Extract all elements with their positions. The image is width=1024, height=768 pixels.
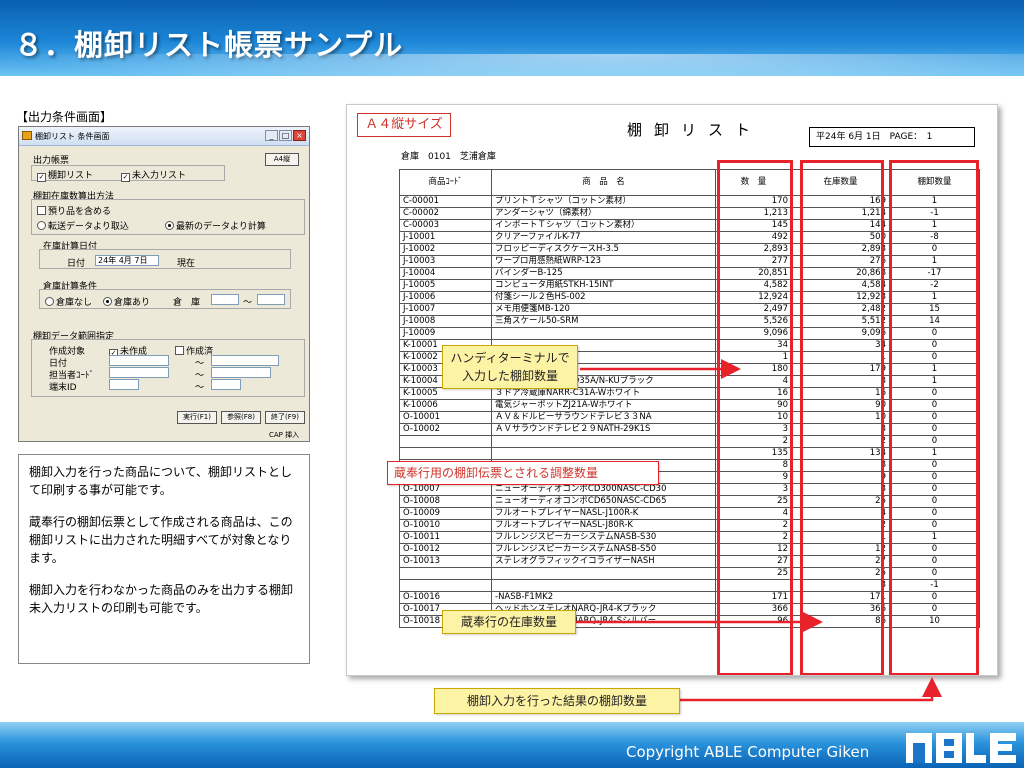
copyright-text: Copyright ABLE Computer Giken xyxy=(626,743,870,761)
able-logo xyxy=(906,733,1016,763)
handy-terminal-callout: ハンディターミナルで 入力した棚卸数量 xyxy=(442,345,578,389)
stock-quantity-callout: 蔵奉行の在庫数量 xyxy=(442,610,576,634)
result-quantity-callout: 棚卸入力を行った結果の棚卸数量 xyxy=(434,688,680,714)
result-arrow xyxy=(680,677,942,702)
slide-footer xyxy=(0,722,1024,768)
adjust-quantity-callout: 蔵奉行用の棚卸伝票とされる調整数量 xyxy=(387,461,659,485)
